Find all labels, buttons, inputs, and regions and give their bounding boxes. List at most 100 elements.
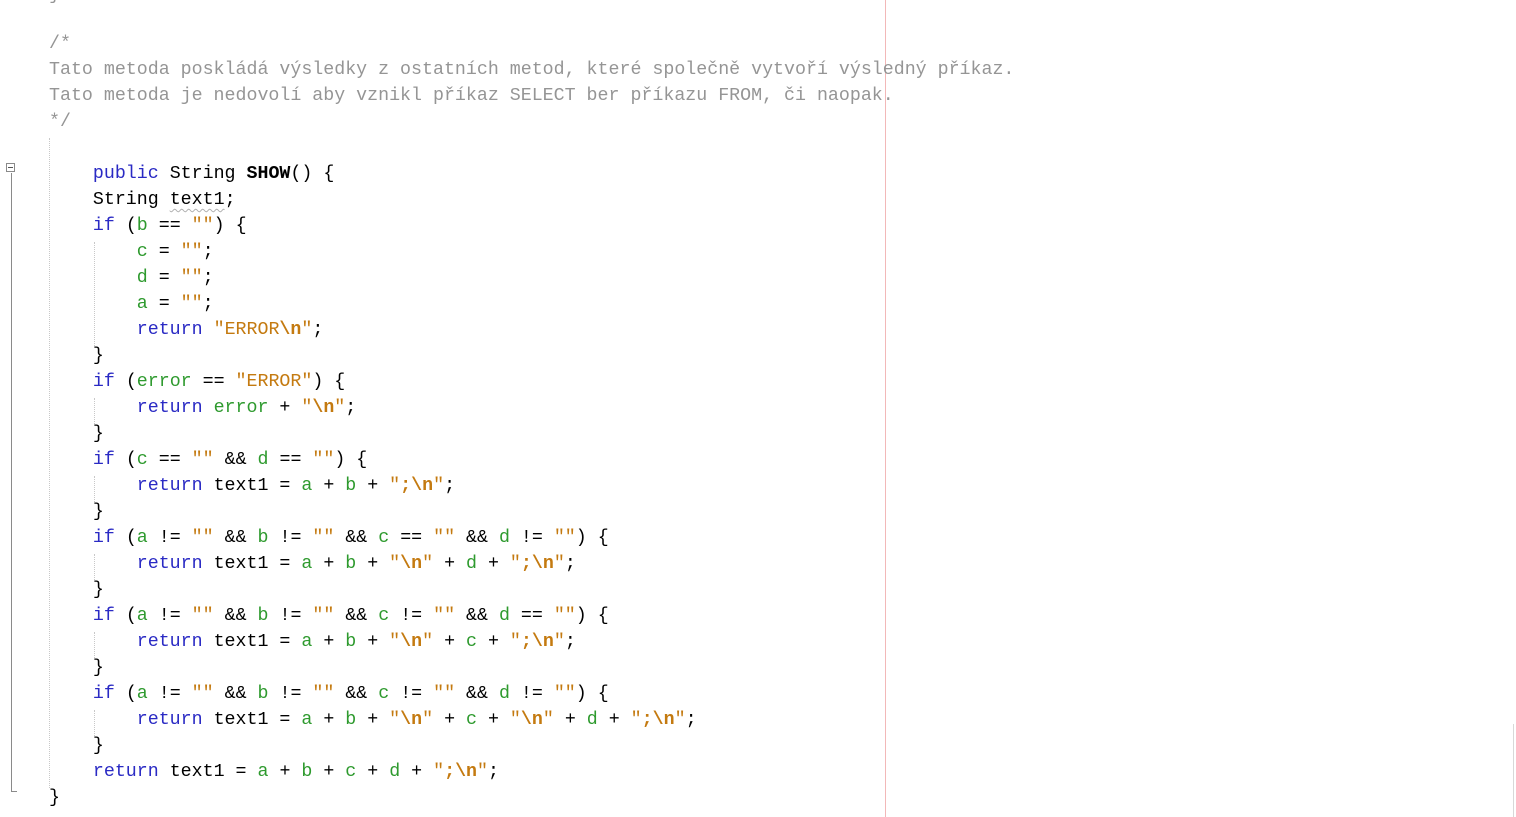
comment-text: /*: [49, 34, 71, 54]
string-literal: "": [191, 216, 214, 236]
string-literal: "ERROR": [235, 372, 313, 392]
string-literal: "": [180, 294, 203, 314]
code-line: return text1 = a + b + "\n" + c + ";\n";: [136, 632, 576, 652]
type-name: String: [92, 190, 159, 210]
code-line: if (a != "" && b != "" && c == "" && d !…: [92, 528, 609, 548]
fold-range-line: [11, 173, 12, 792]
code-line: return error + "\n";: [136, 398, 357, 418]
code-editor[interactable]: } /* Tato metoda poskládá výsledky z ost…: [0, 0, 1516, 817]
string-literal: "": [312, 606, 335, 626]
string-literal: "": [312, 684, 335, 704]
code-line: }: [49, 0, 60, 8]
string-literal: ";\n": [630, 710, 686, 730]
variable: c: [378, 528, 390, 548]
string-literal: ";\n": [433, 762, 488, 782]
string-literal: "": [191, 684, 214, 704]
string-literal: "": [180, 268, 203, 288]
comment-text: Tato metoda poskládá výsledky z ostatníc…: [49, 60, 1015, 80]
string-literal: "": [191, 606, 214, 626]
string-literal: "\n": [389, 710, 434, 730]
keyword: return: [136, 476, 203, 496]
code-line: return text1 = a + b + "\n" + d + ";\n";: [136, 554, 576, 574]
variable: a: [301, 476, 313, 496]
scrollbar-edge: [1513, 724, 1514, 817]
code-line: if (a != "" && b != "" && c != "" && d !…: [92, 684, 609, 704]
variable: c: [136, 450, 148, 470]
variable: c: [136, 242, 148, 262]
variable: d: [389, 762, 401, 782]
string-literal: "ERROR\n": [213, 320, 313, 340]
right-margin-guide: [885, 0, 886, 817]
comment-text: */: [49, 112, 71, 132]
variable: c: [345, 762, 357, 782]
keyword: return: [136, 710, 203, 730]
code-line: String text1;: [92, 190, 236, 210]
code-line: if (a != "" && b != "" && c != "" && d =…: [92, 606, 609, 626]
variable: text1: [213, 554, 269, 574]
fold-collapse-icon[interactable]: [6, 163, 15, 172]
keyword: if: [92, 450, 115, 470]
keyword: if: [92, 372, 115, 392]
variable: b: [257, 528, 269, 548]
variable: c: [378, 684, 390, 704]
string-literal: "": [433, 684, 456, 704]
variable: d: [136, 268, 148, 288]
string-literal: "": [433, 606, 456, 626]
string-literal: "": [553, 528, 576, 548]
variable: c: [378, 606, 390, 626]
code-line: return "ERROR\n";: [136, 320, 324, 340]
variable: d: [466, 554, 477, 574]
code-line: if (error == "ERROR") {: [92, 372, 346, 392]
type-name: String: [169, 164, 236, 184]
string-literal: "\n": [509, 710, 554, 730]
variable: d: [498, 684, 510, 704]
string-literal: "": [433, 528, 456, 548]
code-line: }: [49, 658, 104, 678]
variable: d: [586, 710, 598, 730]
code-line: a = "";: [136, 294, 214, 314]
code-line: return text1 = a + b + c + d + ";\n";: [92, 762, 499, 782]
string-literal: "": [312, 450, 335, 470]
string-literal: "\n": [389, 632, 434, 652]
variable: a: [136, 528, 148, 548]
variable: a: [136, 684, 148, 704]
keyword: if: [92, 216, 115, 236]
variable: c: [466, 710, 477, 730]
variable: error: [213, 398, 269, 418]
code-line: return text1 = a + b + "\n" + c + "\n" +…: [136, 710, 697, 730]
variable: d: [257, 450, 269, 470]
code-line: if (c == "" && d == "") {: [92, 450, 368, 470]
code-line: }: [49, 346, 104, 366]
variable: a: [301, 710, 313, 730]
variable: a: [301, 632, 313, 652]
string-literal: "\n": [389, 554, 434, 574]
variable: d: [498, 528, 510, 548]
variable: text1: [213, 632, 269, 652]
comment-line: Tato metoda poskládá výsledky z ostatníc…: [49, 57, 1014, 83]
code-line: }: [49, 736, 104, 756]
comment-close: */: [49, 109, 71, 135]
comment-text: Tato metoda je nedovolí aby vznikl příka…: [49, 86, 894, 106]
string-literal: "": [191, 450, 214, 470]
method-name: SHOW: [246, 164, 291, 184]
variable: d: [498, 606, 510, 626]
code-line: return text1 = a + b + ";\n";: [136, 476, 456, 496]
code-line: }: [49, 580, 104, 600]
string-literal: "": [180, 242, 203, 262]
variable: text1: [213, 710, 269, 730]
variable: a: [301, 554, 313, 574]
variable: c: [466, 632, 477, 652]
variable: text1: [169, 762, 225, 782]
keyword: return: [136, 320, 203, 340]
keyword: public: [92, 164, 159, 184]
keyword: return: [136, 632, 203, 652]
variable: text1: [213, 476, 269, 496]
variable: b: [136, 216, 148, 236]
code-line: }: [49, 502, 104, 522]
keyword: if: [92, 528, 115, 548]
fold-range-end: [11, 791, 17, 792]
string-literal: "": [312, 528, 335, 548]
comment-open: /*: [49, 31, 71, 57]
string-literal: ";\n": [509, 632, 565, 652]
variable: b: [301, 762, 313, 782]
